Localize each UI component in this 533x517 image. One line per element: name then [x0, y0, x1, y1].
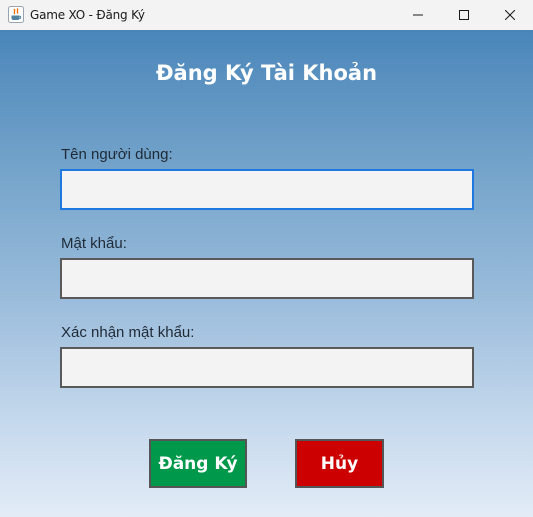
register-window: Game XO - Đăng Ký Đăng Ký Tài Khoản Tên … — [0, 0, 533, 517]
maximize-button[interactable] — [441, 0, 487, 30]
close-button[interactable] — [487, 0, 533, 30]
username-field[interactable] — [60, 169, 474, 210]
confirm-password-label: Xác nhận mật khẩu: — [61, 324, 195, 341]
close-icon — [505, 10, 515, 20]
window-title: Game XO - Đăng Ký — [30, 8, 145, 22]
password-field[interactable] — [60, 258, 474, 299]
username-label: Tên người dùng: — [61, 146, 173, 163]
maximize-icon — [459, 10, 469, 20]
cancel-button[interactable]: Hủy — [295, 439, 384, 488]
java-icon — [8, 6, 24, 23]
page-title: Đăng Ký Tài Khoản — [155, 61, 378, 85]
title-bar[interactable]: Game XO - Đăng Ký — [0, 0, 533, 30]
password-label: Mật khẩu: — [61, 235, 127, 252]
confirm-password-field[interactable] — [60, 347, 474, 388]
minimize-button[interactable] — [395, 0, 441, 30]
form-panel: Đăng Ký Tài Khoản Tên người dùng: Mật kh… — [0, 30, 533, 517]
minimize-icon — [413, 10, 423, 20]
register-button[interactable]: Đăng Ký — [149, 439, 247, 488]
